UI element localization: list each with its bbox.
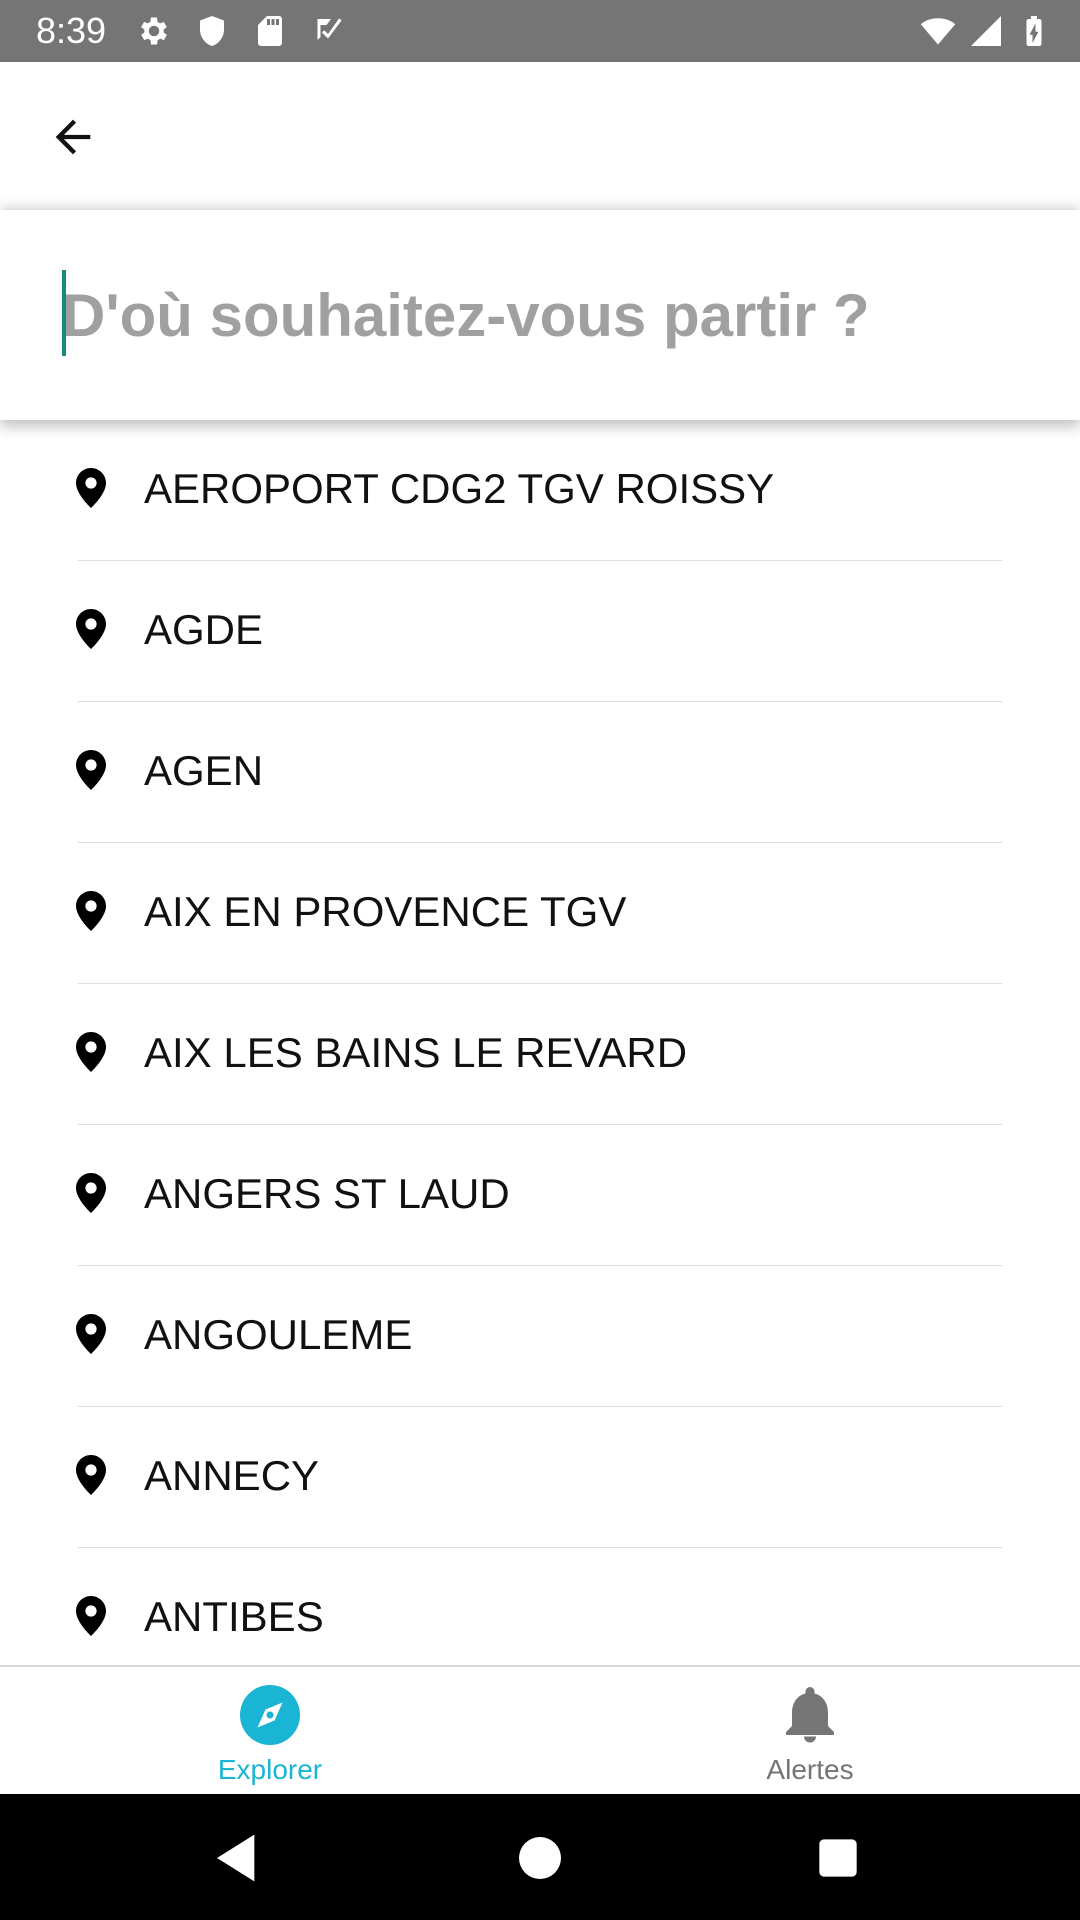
text-caret [62,270,66,356]
station-list-item[interactable]: ANGOULEME [0,1266,1080,1407]
battery-charging-icon [1016,13,1052,49]
screen: 8:39 D'où souhaitez-vous partir ? AEROPO… [0,0,1080,1920]
cell-signal-icon [968,13,1004,49]
station-list-item[interactable]: ANNECY [0,1407,1080,1548]
station-name: ANGERS ST LAUD [144,1170,510,1217]
location-pin-icon [76,609,106,649]
wifi-icon [920,13,956,49]
system-home-button[interactable] [512,1830,568,1886]
departure-search-input[interactable] [62,272,1022,358]
status-time: 8:39 [36,10,107,51]
bottom-navigation: Explorer Alertes [0,1665,1080,1796]
station-name: AEROPORT CDG2 TGV ROISSY [144,465,775,512]
station-name: ANTIBES [144,1593,324,1640]
station-list-item[interactable]: ANGERS ST LAUD [0,1125,1080,1266]
station-list-item[interactable]: AGEN [0,702,1080,843]
gear-icon [136,13,172,49]
search-card [0,210,1080,420]
station-name: AIX LES BAINS LE REVARD [144,1029,688,1076]
location-pin-icon [76,1596,106,1636]
nav-label-alertes: Alertes [766,1754,854,1785]
location-pin-icon [76,1173,106,1213]
top-app-bar [0,62,1080,210]
back-triangle-icon [210,1830,266,1886]
station-list-item[interactable]: AGDE [0,561,1080,702]
shield-icon [194,13,230,49]
status-left-icons [136,13,346,49]
compass-icon [240,1685,300,1745]
station-list-item[interactable]: AIX LES BAINS LE REVARD [0,984,1080,1125]
nav-label-explorer: Explorer [217,1754,323,1785]
station-name: AGDE [144,606,264,653]
status-right-icons [920,13,1052,49]
station-name: AGEN [144,747,264,794]
checklist-icon [310,13,346,49]
arrow-left-icon [47,111,99,168]
back-button[interactable] [38,104,108,174]
location-pin-icon [76,1032,106,1072]
bell-icon [780,1685,840,1745]
station-name: AIX EN PROVENCE TGV [144,888,627,935]
station-list-item[interactable]: AEROPORT CDG2 TGV ROISSY [0,420,1080,561]
location-pin-icon [76,891,106,931]
station-list-item[interactable]: AIX EN PROVENCE TGV [0,843,1080,984]
recents-square-icon [810,1830,866,1886]
location-pin-icon [76,750,106,790]
nav-item-alertes[interactable]: Alertes [540,1667,1080,1796]
location-pin-icon [76,1314,106,1354]
station-list-item[interactable]: ANTIBES [0,1548,1080,1665]
nav-item-explorer[interactable]: Explorer [0,1667,540,1796]
sd-card-icon [252,13,288,49]
system-back-button[interactable] [210,1830,266,1886]
status-bar: 8:39 [0,0,1080,62]
station-name: ANGOULEME [144,1311,413,1358]
system-recents-button[interactable] [810,1830,866,1886]
station-list: AEROPORT CDG2 TGV ROISSY AGDE AGEN AIX E… [0,420,1080,1665]
home-circle-icon [512,1830,568,1886]
location-pin-icon [76,468,106,508]
location-pin-icon [76,1455,106,1495]
station-name: ANNECY [144,1452,320,1499]
system-navigation-bar [0,1794,1080,1920]
